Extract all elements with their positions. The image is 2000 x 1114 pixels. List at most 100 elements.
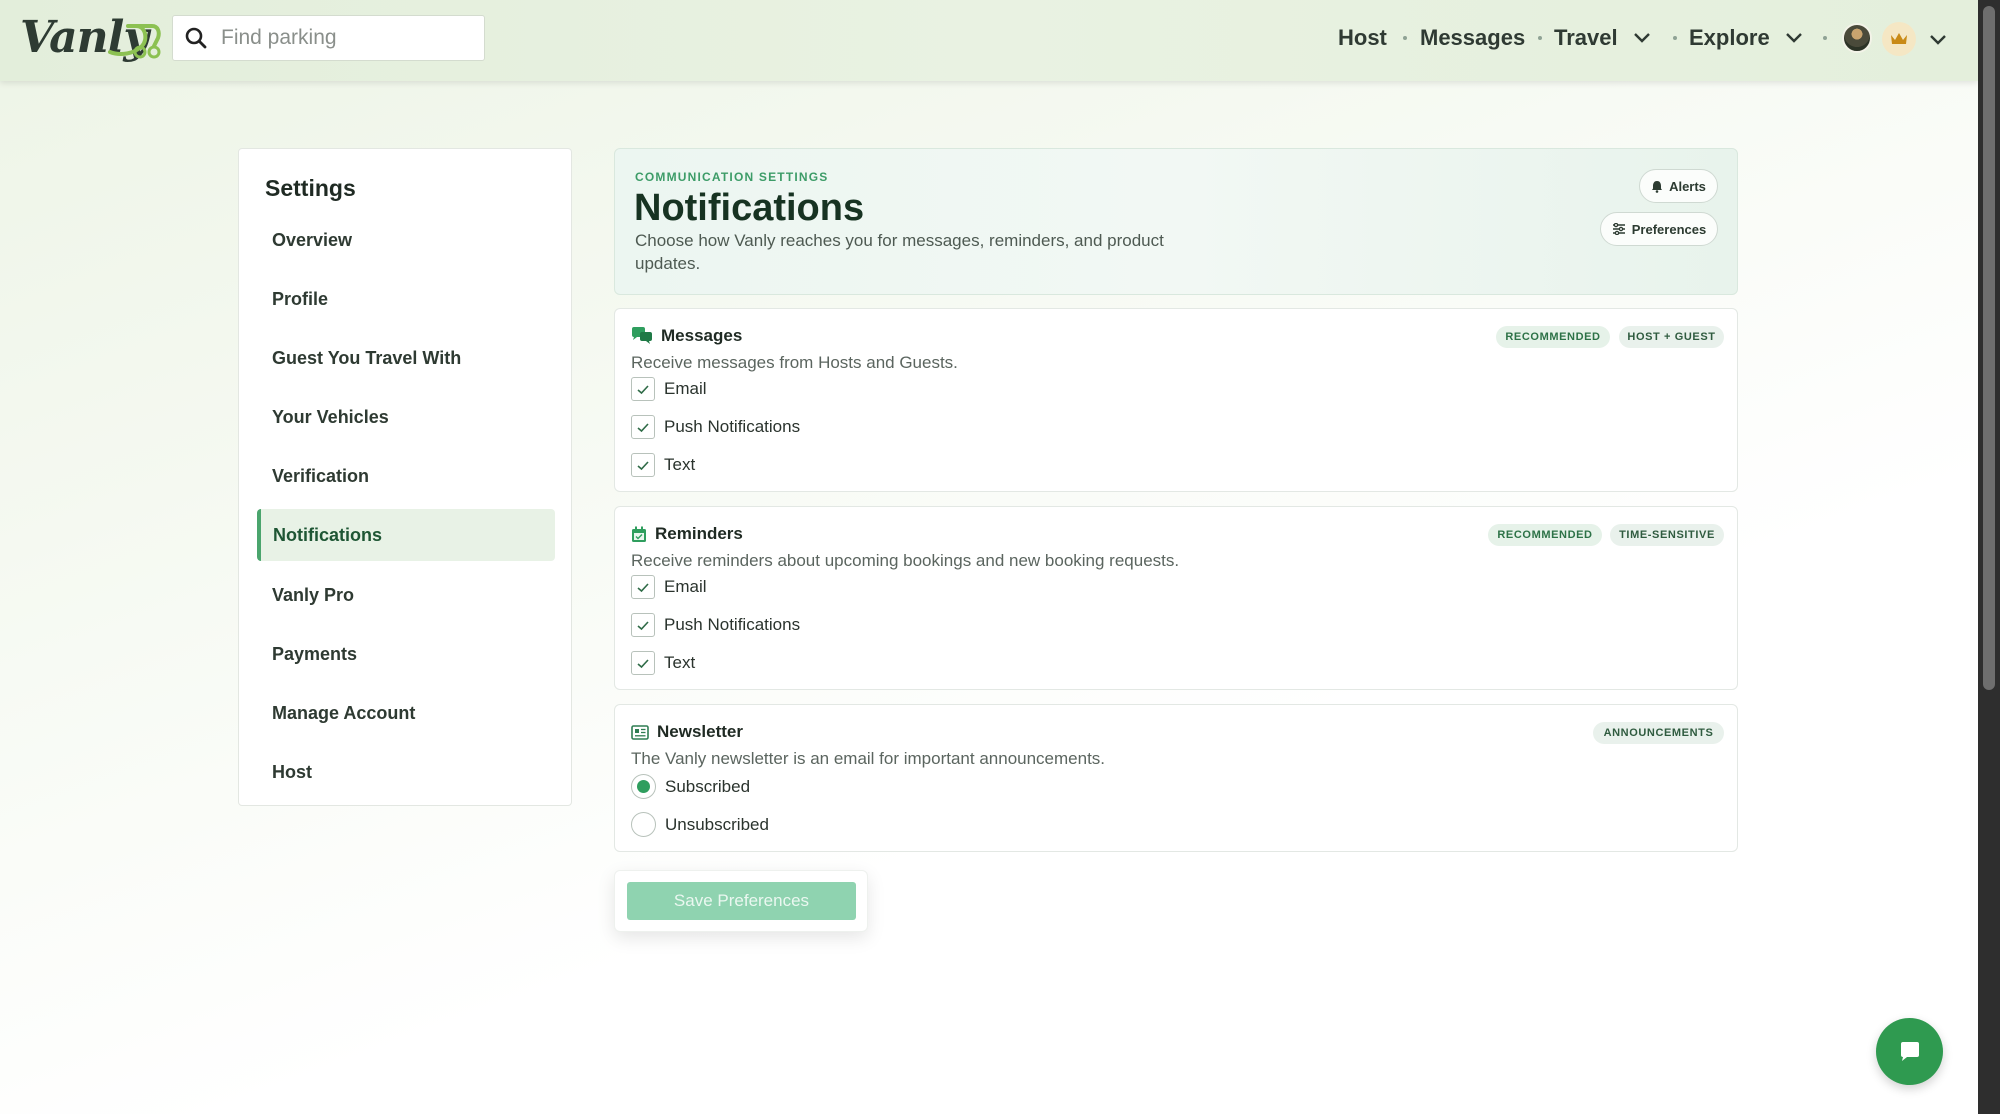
preferences-button-label: Preferences — [1631, 221, 1707, 237]
nav-separator — [1823, 36, 1827, 40]
preferences-button[interactable]: Preferences — [1600, 212, 1718, 246]
nav-explore-label: Explore — [1689, 25, 1770, 50]
alerts-button-label: Alerts — [1669, 178, 1706, 194]
sidebar-item-guests[interactable]: Guest You Travel With — [257, 332, 555, 384]
time-sensitive-tag: TIME-SENSITIVE — [1610, 524, 1724, 546]
nav-travel-dropdown[interactable]: Travel — [1554, 25, 1652, 51]
messages-text-checkbox[interactable] — [631, 453, 655, 477]
sidebar-title: Settings — [265, 175, 356, 201]
messages-email-label: Email — [664, 379, 707, 398]
checkmark-icon — [637, 620, 649, 630]
checkmark-icon — [637, 658, 649, 668]
calendar-icon — [632, 526, 646, 542]
settings-sidebar: Settings Overview Profile Guest You Trav… — [238, 148, 572, 806]
sidebar-item-vehicles[interactable]: Your Vehicles — [257, 391, 555, 443]
reminders-text-checkbox[interactable] — [631, 651, 655, 675]
pro-badge[interactable] — [1882, 22, 1916, 56]
chat-bubbles-icon — [632, 327, 652, 344]
radio-selected-dot — [637, 780, 650, 793]
checkmark-icon — [637, 422, 649, 432]
scrollbar-thumb[interactable] — [1983, 6, 1995, 690]
messages-email-checkbox[interactable] — [631, 377, 655, 401]
account-menu-chevron-icon[interactable] — [1928, 33, 1948, 47]
sidebar-item-verification[interactable]: Verification — [257, 450, 555, 502]
host-guest-tag: HOST + GUEST — [1619, 326, 1724, 348]
search-input[interactable] — [221, 26, 471, 50]
subscribed-radio[interactable] — [631, 774, 656, 799]
sidebar-item-vanly-pro[interactable]: Vanly Pro — [257, 569, 555, 621]
nav-separator — [1403, 36, 1407, 40]
chevron-down-icon — [1633, 33, 1650, 43]
sidebar-item-overview[interactable]: Overview — [257, 214, 555, 266]
reminders-push-label: Push Notifications — [664, 615, 801, 634]
reminders-section: Reminders RECOMMENDED TIME-SENSITIVE Rec… — [614, 506, 1738, 690]
page-title: Notifications — [634, 187, 865, 229]
van-logo-icon — [108, 24, 161, 59]
nav-explore-dropdown[interactable]: Explore — [1689, 25, 1804, 51]
sidebar-item-profile[interactable]: Profile — [257, 273, 555, 325]
unsubscribed-label: Unsubscribed — [665, 814, 769, 834]
checkmark-icon — [637, 384, 649, 394]
messages-text-option[interactable]: Text — [631, 453, 695, 477]
chat-support-button[interactable] — [1876, 1018, 1943, 1085]
unsubscribed-radio[interactable] — [631, 812, 656, 837]
reminders-title-text: Reminders — [655, 524, 743, 543]
sidebar-item-host[interactable]: Host — [257, 746, 555, 798]
alerts-button[interactable]: Alerts — [1639, 169, 1718, 203]
messages-title: Messages — [631, 326, 742, 346]
page-description: Choose how Vanly reaches you for message… — [635, 231, 1164, 273]
newspaper-icon — [631, 724, 649, 740]
subscribed-label: Subscribed — [665, 776, 751, 796]
search-bar[interactable] — [172, 15, 485, 61]
reminders-email-label: Email — [664, 577, 707, 596]
top-navigation-bar: Vanly Host Messages Travel Explore — [0, 0, 1978, 81]
reminders-push-option[interactable]: Push Notifications — [631, 613, 800, 637]
bell-icon — [1652, 180, 1663, 193]
nav-host-link[interactable]: Host — [1338, 25, 1387, 51]
nav-travel-label: Travel — [1554, 25, 1618, 50]
messages-push-option[interactable]: Push Notifications — [631, 415, 800, 439]
vanly-logo[interactable]: Vanly — [18, 10, 161, 64]
newsletter-subscribed-option[interactable]: Subscribed — [631, 774, 750, 799]
messages-text-label: Text — [664, 455, 696, 474]
chat-bubble-icon — [1900, 1041, 1919, 1061]
recommended-tag: RECOMMENDED — [1496, 326, 1610, 348]
messages-description: Receive messages from Hosts and Guests. — [631, 353, 958, 372]
recommended-tag: RECOMMENDED — [1488, 524, 1602, 546]
notifications-header-card: COMMUNICATION SETTINGS Notifications Cho… — [614, 148, 1738, 295]
newsletter-title-text: Newsletter — [657, 722, 743, 741]
nav-separator — [1538, 36, 1542, 40]
newsletter-section: Newsletter ANNOUNCEMENTS The Vanly newsl… — [614, 704, 1738, 852]
search-icon — [185, 27, 207, 49]
nav-messages-link[interactable]: Messages — [1420, 25, 1525, 51]
main-nav: Host — [1338, 0, 1387, 76]
crown-icon — [1891, 33, 1907, 44]
sidebar-item-notifications[interactable]: Notifications — [257, 509, 555, 561]
newsletter-description: The Vanly newsletter is an email for imp… — [631, 749, 1106, 768]
page-scrollbar[interactable] — [1978, 0, 2000, 1114]
save-preferences-button[interactable]: Save Preferences — [627, 882, 856, 920]
chevron-down-icon — [1785, 33, 1802, 43]
sliders-icon — [1612, 223, 1625, 235]
messages-push-checkbox[interactable] — [631, 415, 655, 439]
reminders-title: Reminders — [631, 524, 743, 544]
nav-separator — [1673, 36, 1677, 40]
reminders-text-option[interactable]: Text — [631, 651, 695, 675]
sidebar-item-payments[interactable]: Payments — [257, 628, 555, 680]
reminders-email-checkbox[interactable] — [631, 575, 655, 599]
checkmark-icon — [637, 460, 649, 470]
messages-email-option[interactable]: Email — [631, 377, 707, 401]
checkmark-icon — [637, 582, 649, 592]
newsletter-unsubscribed-option[interactable]: Unsubscribed — [631, 812, 769, 837]
save-bar: Save Preferences — [614, 870, 868, 932]
reminders-email-option[interactable]: Email — [631, 575, 707, 599]
announcements-tag: ANNOUNCEMENTS — [1593, 722, 1724, 744]
newsletter-title: Newsletter — [631, 722, 743, 742]
messages-push-label: Push Notifications — [664, 417, 801, 436]
reminders-description: Receive reminders about upcoming booking… — [631, 551, 1180, 570]
section-eyebrow: COMMUNICATION SETTINGS — [635, 170, 829, 184]
user-avatar[interactable] — [1842, 23, 1872, 53]
messages-section: Messages RECOMMENDED HOST + GUEST Receiv… — [614, 308, 1738, 492]
sidebar-item-manage-account[interactable]: Manage Account — [257, 687, 555, 739]
reminders-push-checkbox[interactable] — [631, 613, 655, 637]
